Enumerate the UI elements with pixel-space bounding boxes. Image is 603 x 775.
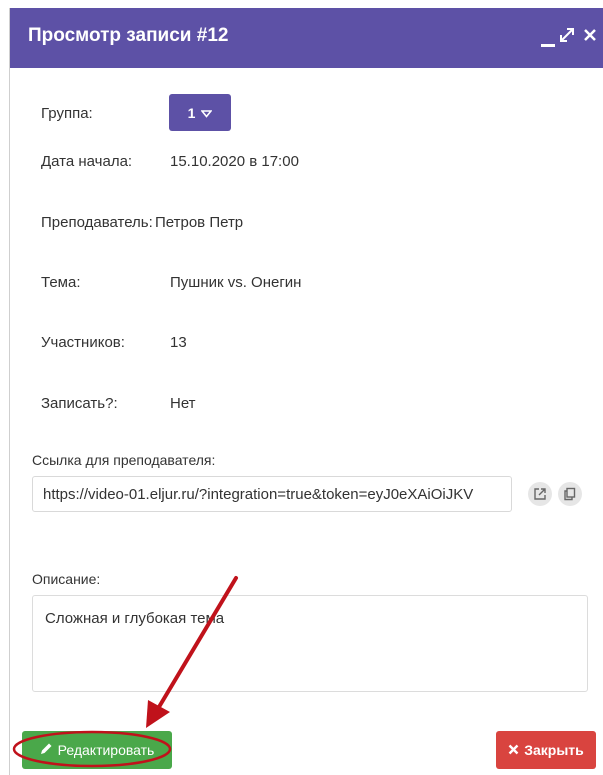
topic-value: Пушник vs. Онегин xyxy=(170,274,302,291)
chevron-down-icon xyxy=(200,105,214,121)
teacher-link-field[interactable]: https://video-01.eljur.ru/?integration=t… xyxy=(32,476,512,512)
modal-window: Просмотр записи #12 Группа: 1 Дата начал… xyxy=(9,8,603,775)
modal-title: Просмотр записи #12 xyxy=(28,25,229,46)
start-value: 15.10.2020 в 17:00 xyxy=(170,153,299,170)
teacher-value: Петров Петр xyxy=(155,214,244,231)
edit-button[interactable]: Редактировать xyxy=(22,731,172,769)
teacher-label: Преподаватель: xyxy=(41,214,153,231)
close-icon[interactable] xyxy=(583,26,597,46)
description-label: Описание: xyxy=(32,571,101,587)
participants-value: 13 xyxy=(170,334,187,351)
minimize-icon[interactable] xyxy=(541,44,555,47)
external-link-icon[interactable] xyxy=(528,482,552,506)
group-dropdown[interactable]: 1 xyxy=(169,94,231,131)
top-border xyxy=(0,0,603,8)
maximize-icon[interactable] xyxy=(558,26,576,48)
topic-label: Тема: xyxy=(41,274,81,291)
group-value: 1 xyxy=(187,104,196,121)
record-label: Записать?: xyxy=(41,395,118,412)
link-label: Ссылка для преподавателя: xyxy=(32,452,216,468)
record-value: Нет xyxy=(170,395,196,412)
group-label: Группа: xyxy=(41,105,93,122)
start-label: Дата начала: xyxy=(41,153,133,170)
edit-button-label: Редактировать xyxy=(57,742,155,758)
copy-icon[interactable] xyxy=(558,482,582,506)
x-icon xyxy=(508,742,519,758)
modal-titlebar[interactable]: Просмотр записи #12 xyxy=(10,8,603,68)
description-field[interactable]: Сложная и глубокая тема xyxy=(32,595,588,692)
close-button[interactable]: Закрыть xyxy=(496,731,596,769)
close-button-label: Закрыть xyxy=(524,742,584,758)
participants-label: Участников: xyxy=(41,334,125,351)
pencil-icon xyxy=(40,742,53,758)
